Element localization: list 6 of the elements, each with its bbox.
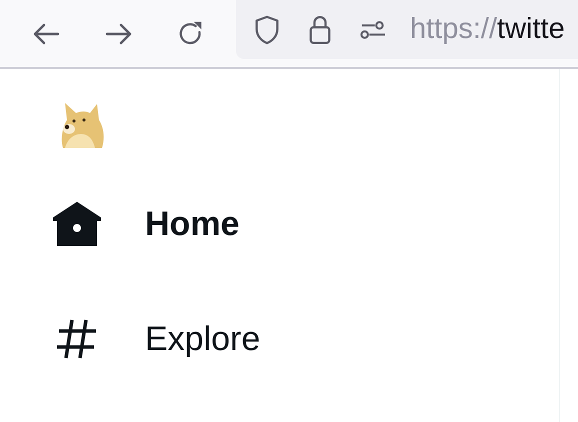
url-text[interactable]: https://twitte	[410, 13, 565, 46]
sidebar-item[interactable]: Explore	[52, 316, 559, 362]
sidebar-item[interactable]: Home	[52, 201, 559, 247]
home-icon	[52, 201, 102, 247]
address-bar[interactable]: https://twitte	[236, 0, 578, 59]
lock-icon[interactable]	[308, 14, 332, 46]
